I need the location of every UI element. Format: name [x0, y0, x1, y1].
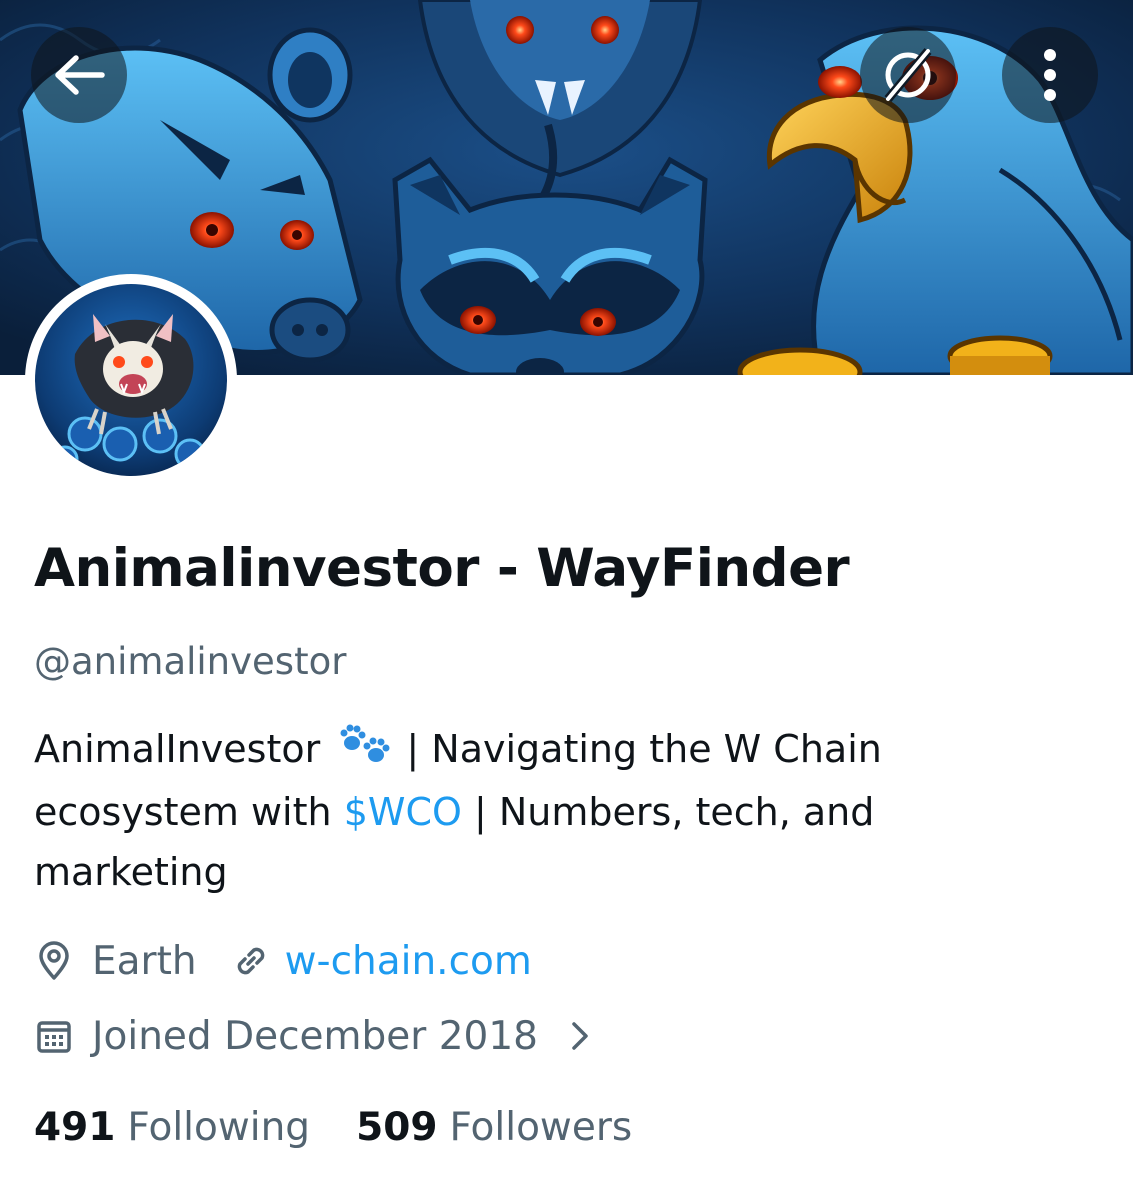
avatar[interactable] [35, 284, 227, 476]
bio-text: ecosystem with [34, 790, 332, 834]
website-link[interactable]: w-chain.com [285, 939, 532, 984]
bio-text: | Numbers, tech, and [474, 790, 875, 834]
bio-text: | Navigating the W Chain [406, 727, 882, 771]
following-link[interactable]: 491 Following [34, 1105, 310, 1150]
profile-meta-joined[interactable]: Joined December 2018 [34, 1010, 600, 1062]
grok-icon [878, 45, 938, 105]
chevron-right-icon [560, 1016, 600, 1056]
display-name: Animalinvestor - WayFinder [34, 538, 850, 599]
avatar-ring[interactable] [25, 274, 237, 486]
back-button[interactable] [31, 27, 127, 123]
grok-button[interactable] [860, 27, 956, 123]
paw-prints-icon [338, 721, 390, 782]
joined-date: Joined December 2018 [92, 1013, 538, 1059]
profile-meta-location-website: Earth w-chain.com [34, 935, 532, 987]
more-vertical-icon [1042, 47, 1058, 103]
more-options-button[interactable] [1002, 27, 1098, 123]
location-text: Earth [92, 938, 197, 984]
bio-line-3: marketing [34, 850, 228, 894]
bio-text: AnimalInvestor [34, 727, 321, 771]
following-count: 491 [34, 1104, 116, 1150]
cashtag-link[interactable]: $WCO [344, 790, 462, 834]
followers-label: Followers [449, 1104, 633, 1150]
following-label: Following [127, 1104, 311, 1150]
location-pin-icon [34, 941, 74, 981]
back-arrow-icon [52, 53, 106, 97]
bio-line-1: AnimalInvestor | Navigating the W Chain [34, 719, 1104, 782]
follow-stats: 491 Following 509 Followers [34, 1100, 632, 1154]
followers-count: 509 [356, 1104, 438, 1150]
calendar-icon [34, 1016, 74, 1056]
followers-link[interactable]: 509 Followers [356, 1105, 632, 1150]
avatar-image [35, 284, 227, 476]
bio-line-2: ecosystem with $WCO | Numbers, tech, and [34, 782, 1104, 842]
profile-bio: AnimalInvestor | Navigating the W Chain [34, 719, 1104, 902]
username-handle: @animalinvestor [34, 640, 347, 683]
link-icon [231, 941, 271, 981]
